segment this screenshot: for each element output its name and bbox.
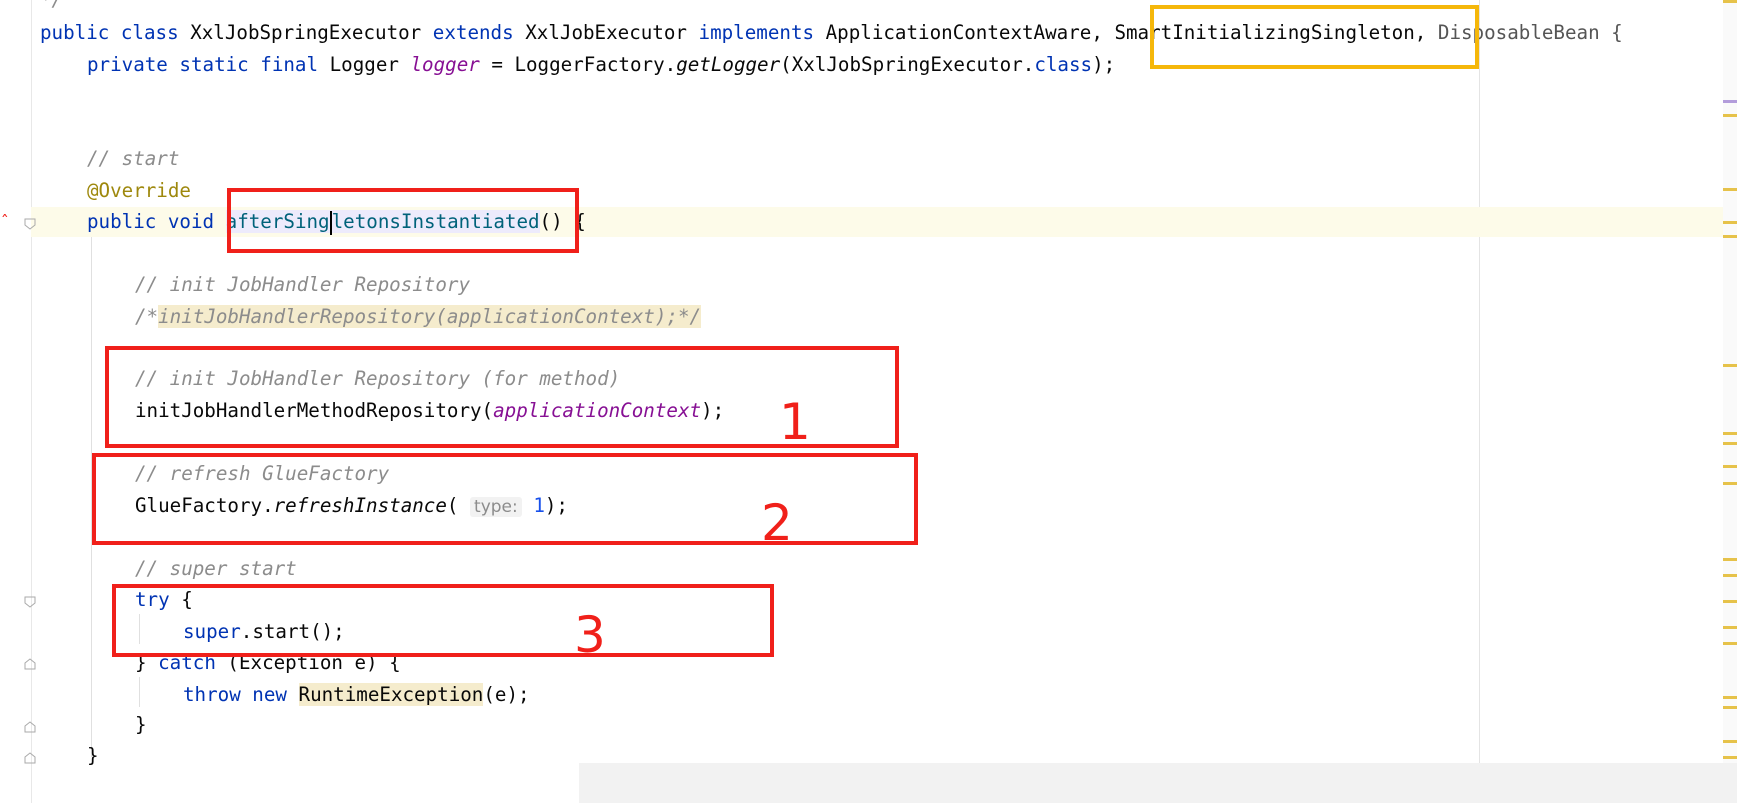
comment: // start (87, 147, 180, 170)
code-text: (XxlJobSpringExecutor. (780, 53, 1035, 76)
fold-icon[interactable] (24, 752, 36, 764)
method-call: getLogger (676, 53, 781, 76)
commented-code: initJobHandlerRepository(applicationCont… (158, 305, 702, 328)
code-text: } (87, 744, 99, 767)
highlight-box-interface (1150, 5, 1479, 69)
scroll-mark (1723, 100, 1737, 103)
keyword: public class (40, 21, 179, 44)
keyword: extends (432, 21, 514, 44)
fold-icon[interactable] (24, 218, 36, 230)
scroll-mark (1723, 114, 1737, 117)
fold-icon[interactable] (24, 596, 36, 608)
scroll-mark (1723, 0, 1737, 3)
override-marker-icon[interactable]: ˆ (0, 212, 10, 231)
scroll-mark (1723, 432, 1737, 435)
scroll-mark (1723, 188, 1737, 191)
scroll-mark (1723, 442, 1737, 445)
code-text: (e); (483, 683, 530, 706)
editor-scrollbar[interactable] (1723, 0, 1737, 803)
annotation: @Override (87, 179, 191, 202)
scroll-mark (1723, 221, 1737, 224)
code-line: } (87, 741, 99, 771)
comment-end: */ (40, 0, 63, 11)
code-line: /*initJobHandlerRepository(applicationCo… (135, 302, 702, 332)
comment: /* (135, 305, 159, 328)
keyword: implements (698, 21, 815, 44)
fold-icon[interactable] (24, 658, 36, 670)
highlight-box-method (227, 188, 579, 253)
scroll-mark (1723, 558, 1737, 561)
scroll-mark (1723, 696, 1737, 699)
highlight-box-step-3 (112, 584, 774, 657)
keyword: throw new (183, 683, 287, 706)
class-ref: RuntimeException (298, 683, 484, 706)
scroll-mark (1723, 740, 1737, 743)
type: Logger (329, 53, 399, 76)
keyword: private static final (87, 53, 319, 76)
step-number-1: 1 (779, 393, 811, 451)
step-number-3: 3 (574, 606, 606, 664)
indent-guide (139, 677, 140, 707)
scroll-mark (1723, 600, 1737, 603)
scroll-mark (1723, 364, 1737, 367)
code-line: @Override (87, 176, 191, 206)
code-line: // super start (135, 554, 297, 584)
comment: // init JobHandler Repository (135, 273, 471, 296)
scroll-mark (1723, 706, 1737, 709)
right-margin-guide (1479, 0, 1480, 803)
code-line: private static final Logger logger = Log… (87, 50, 1115, 80)
parent-class: XxlJobExecutor (525, 21, 687, 44)
bottom-panel (579, 763, 1737, 803)
scroll-mark (1723, 482, 1737, 485)
code-text: } (135, 713, 147, 736)
keyword: public void (87, 210, 215, 233)
scroll-mark (1723, 756, 1737, 759)
scroll-mark (1723, 465, 1737, 468)
scroll-mark (1723, 642, 1737, 645)
step-number-2: 2 (761, 494, 793, 552)
interface: ApplicationContextAware, (825, 21, 1103, 44)
editor-gutter (0, 0, 32, 803)
code-text: ); (1092, 53, 1116, 76)
keyword: class (1034, 53, 1093, 76)
comment: // super start (135, 557, 297, 580)
code-line: // start (87, 144, 179, 174)
code-line: } (135, 710, 147, 740)
code-line: // init JobHandler Repository (135, 270, 470, 300)
code-line: */ (40, 0, 63, 15)
scroll-mark (1723, 235, 1737, 238)
scroll-mark (1723, 626, 1737, 629)
code-text: = LoggerFactory. (479, 53, 677, 76)
class-name: XxlJobSpringExecutor (190, 21, 422, 44)
field: logger (410, 53, 480, 76)
fold-icon[interactable] (24, 721, 36, 733)
highlight-box-step-2 (92, 453, 918, 545)
scroll-mark (1723, 574, 1737, 577)
code-line: throw new RuntimeException(e); (183, 680, 530, 710)
